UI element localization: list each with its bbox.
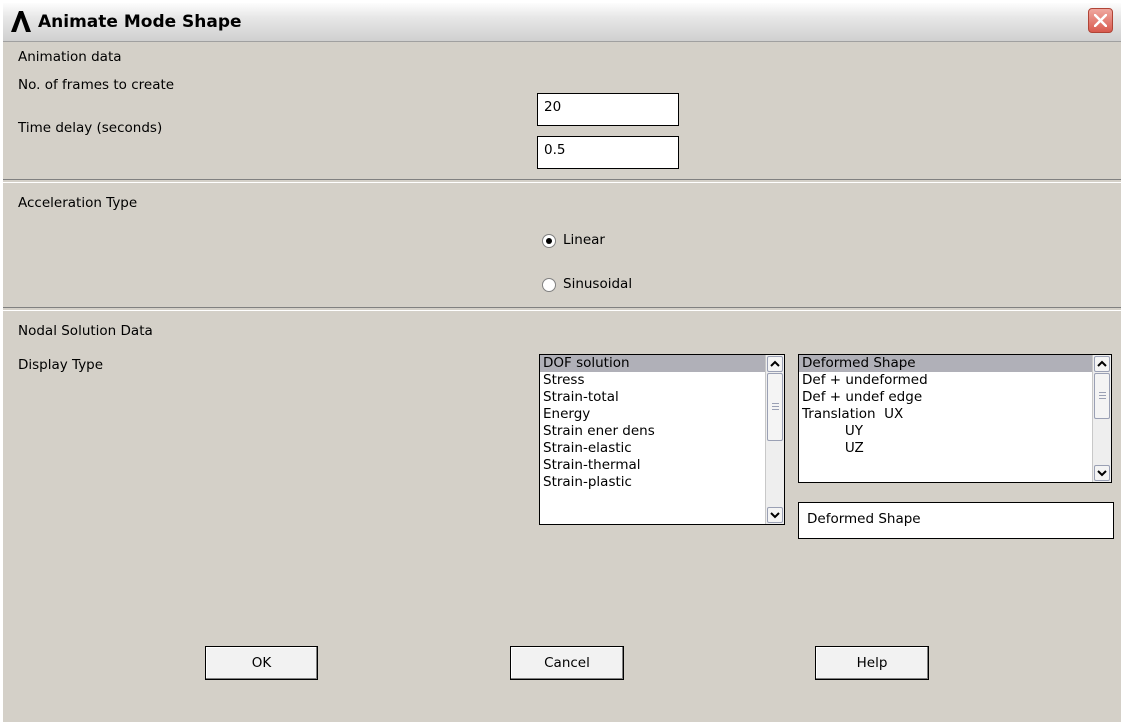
thumb-grip (772, 403, 779, 404)
thumb-grip (1099, 395, 1106, 396)
delay-label: Time delay (seconds) (18, 120, 163, 136)
frames-label: No. of frames to create (18, 77, 175, 93)
list-item[interactable]: Translation UX (799, 406, 1111, 423)
help-button[interactable]: Help (815, 646, 929, 680)
list-item[interactable]: Strain-total (540, 389, 784, 406)
list-item[interactable]: Deformed Shape (799, 355, 1111, 372)
solution-category-list[interactable]: DOF solution Stress Strain-total Energy … (539, 354, 785, 525)
scroll-up-button[interactable] (1094, 356, 1110, 372)
thumb-grip (772, 406, 779, 407)
sinusoidal-radio[interactable] (542, 278, 556, 292)
acceleration-section-label: Acceleration Type (18, 195, 138, 211)
linear-label[interactable]: Linear (563, 232, 605, 248)
sinusoidal-label[interactable]: Sinusoidal (563, 276, 632, 292)
scroll-up-button[interactable] (767, 356, 783, 372)
list-item[interactable]: UY (799, 423, 1111, 440)
animation-section-label: Animation data (18, 49, 122, 65)
section-divider (3, 179, 1121, 183)
list-item[interactable]: Strain-thermal (540, 457, 784, 474)
cancel-button[interactable]: Cancel (510, 646, 624, 680)
selected-item-field[interactable]: Deformed Shape (798, 502, 1114, 539)
title-bar[interactable]: Animate Mode Shape (3, 3, 1121, 42)
chevron-up-icon (1097, 360, 1107, 367)
scroll-down-button[interactable] (1094, 465, 1110, 481)
ansys-logo-icon (11, 11, 31, 32)
chevron-down-icon (1097, 470, 1107, 477)
scroll-thumb[interactable] (1094, 373, 1110, 419)
frames-input[interactable]: 20 (537, 93, 679, 126)
animate-mode-shape-dialog: Animate Mode Shape Animation data No. of… (3, 3, 1121, 722)
list-item[interactable]: Energy (540, 406, 784, 423)
close-icon (1094, 14, 1107, 27)
ok-button[interactable]: OK (205, 646, 318, 680)
chevron-down-icon (770, 512, 780, 519)
close-button[interactable] (1088, 8, 1113, 33)
list-item[interactable]: Stress (540, 372, 784, 389)
list-item[interactable]: DOF solution (540, 355, 784, 372)
scrollbar[interactable] (1092, 355, 1111, 482)
delay-input[interactable]: 0.5 (537, 136, 679, 169)
scrollbar[interactable] (765, 355, 784, 524)
nodal-section-label: Nodal Solution Data (18, 323, 153, 339)
thumb-grip (1099, 392, 1106, 393)
window-title: Animate Mode Shape (38, 12, 242, 32)
list-item[interactable]: Strain ener dens (540, 423, 784, 440)
list-item[interactable]: Strain-plastic (540, 474, 784, 491)
result-item-list[interactable]: Deformed Shape Def + undeformed Def + un… (798, 354, 1112, 483)
scroll-thumb[interactable] (767, 373, 783, 441)
section-divider (3, 307, 1121, 311)
linear-radio[interactable] (542, 234, 556, 248)
list-item[interactable]: Strain-elastic (540, 440, 784, 457)
list-item[interactable]: Def + undef edge (799, 389, 1111, 406)
list-item[interactable]: UZ (799, 440, 1111, 457)
thumb-grip (1099, 398, 1106, 399)
chevron-up-icon (770, 360, 780, 367)
scroll-down-button[interactable] (767, 507, 783, 523)
display-type-label: Display Type (18, 357, 104, 373)
thumb-grip (772, 409, 779, 410)
list-item[interactable]: Def + undeformed (799, 372, 1111, 389)
radio-selected-dot (546, 238, 552, 244)
